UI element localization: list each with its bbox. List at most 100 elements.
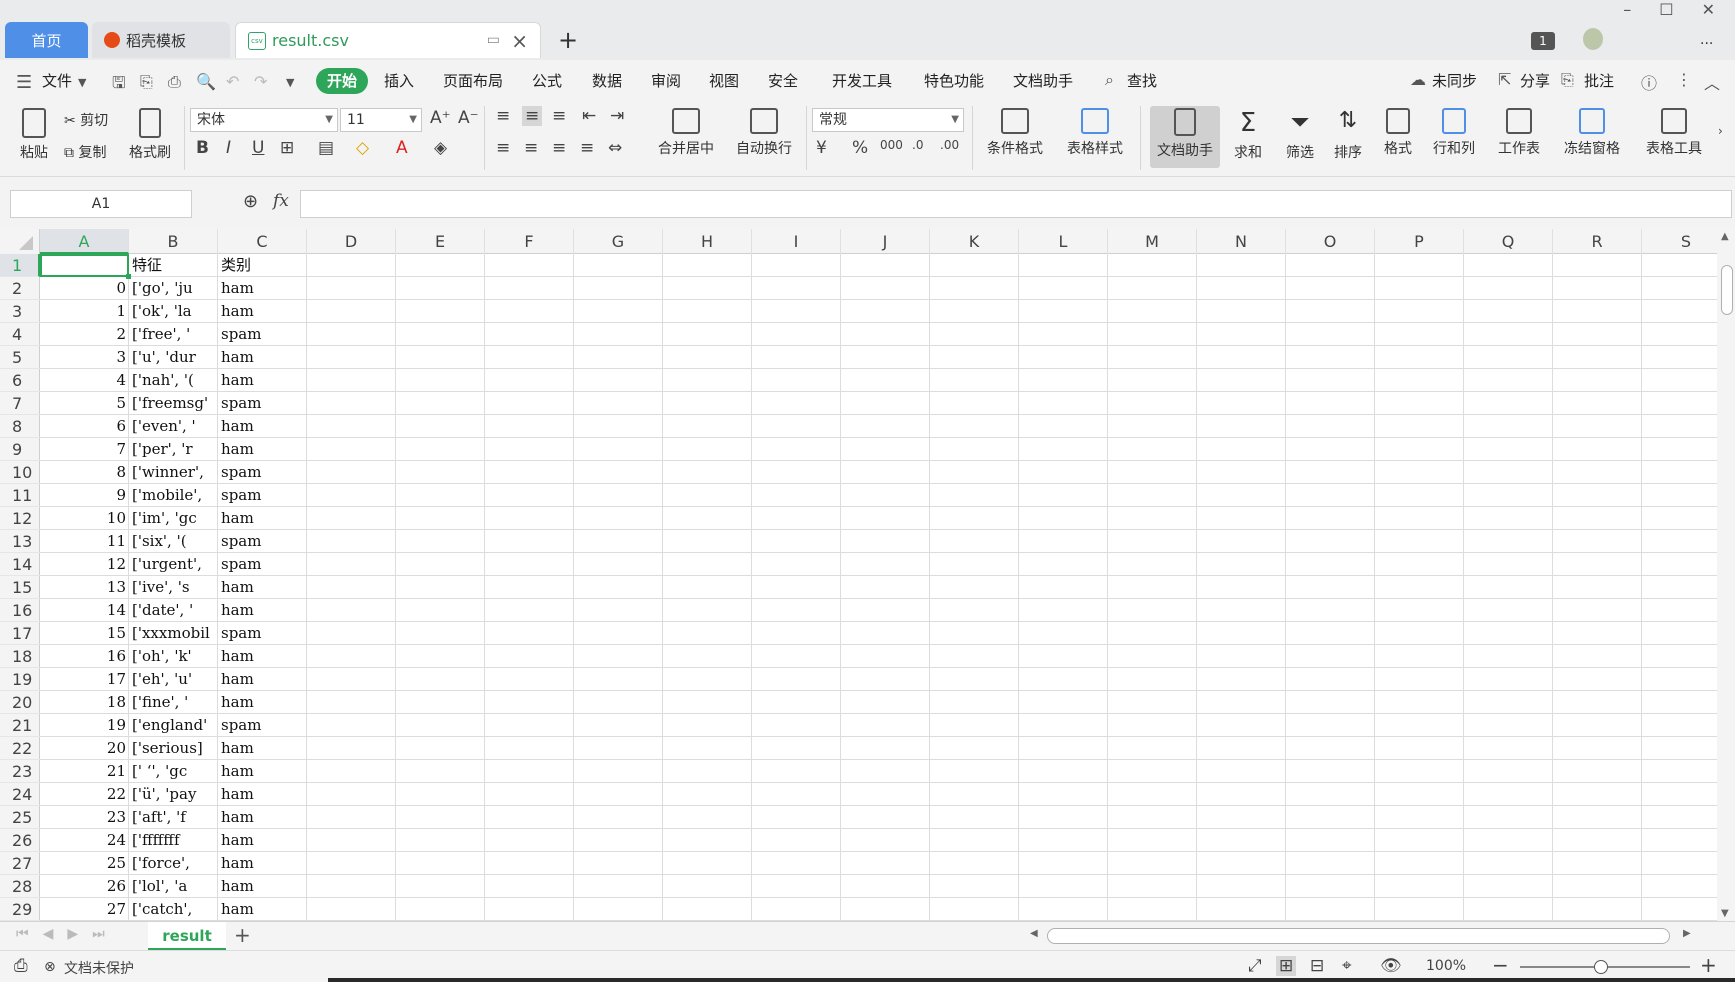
sheet-tab-result[interactable]: result [148, 922, 226, 950]
row-header[interactable]: 25 [0, 806, 40, 829]
cell-feature[interactable]: ['oh', 'k' [129, 645, 218, 668]
row-header[interactable]: 21 [0, 714, 40, 737]
vertical-scrollbar[interactable]: ▲ ▼ [1717, 229, 1735, 921]
cell-feature[interactable]: ['england' [129, 714, 218, 737]
cell-category[interactable]: spam [218, 392, 307, 415]
row-header[interactable]: 11 [0, 484, 40, 507]
cell-category[interactable]: ham [218, 438, 307, 461]
cell-category[interactable]: ham [218, 829, 307, 852]
row-header[interactable]: 6 [0, 369, 40, 392]
column-header-e[interactable]: E [396, 229, 485, 254]
cut-button[interactable]: ✂ 剪切 [64, 110, 108, 130]
tab-daoke-templates[interactable]: 稻壳模板 [92, 22, 230, 58]
cell-index[interactable]: 7 [40, 438, 129, 461]
more-icon[interactable]: ... [1700, 32, 1713, 48]
cell-area[interactable]: 特征 类别 0 ['go', 'ju ham 1 ['ok', 'la ham 2 ['free'… [40, 254, 1717, 921]
cell-category[interactable]: ham [218, 507, 307, 530]
cell-feature[interactable]: 特征 [129, 254, 218, 277]
row-header[interactable]: 26 [0, 829, 40, 852]
row-header[interactable]: 18 [0, 645, 40, 668]
zoom-slider-knob[interactable] [1594, 960, 1608, 974]
sum-button[interactable]: Σ 求和 [1226, 108, 1270, 162]
row-header[interactable]: 13 [0, 530, 40, 553]
cell-feature[interactable]: ['catch', [129, 898, 218, 921]
tab-home[interactable]: 首页 [5, 22, 88, 58]
eye-protection-icon[interactable]: 👁 [1380, 956, 1402, 976]
search-icon[interactable]: ⌕ [1105, 70, 1114, 90]
page-break-view-icon[interactable]: ⊟ [1310, 956, 1324, 976]
cell-feature[interactable]: ['even', ' [129, 415, 218, 438]
row-header[interactable]: 10 [0, 461, 40, 484]
row-header[interactable]: 22 [0, 737, 40, 760]
redo-icon[interactable]: ↷ [254, 72, 267, 91]
cell-index[interactable]: 1 [40, 300, 129, 323]
cell-category[interactable]: ham [218, 300, 307, 323]
share-icon[interactable]: ⇱ [1498, 70, 1511, 89]
window-count-badge[interactable]: 1 [1531, 32, 1555, 50]
number-format-select[interactable]: 常规 ▼ [812, 108, 964, 132]
font-color-icon[interactable]: A [396, 138, 408, 158]
cell-index[interactable]: 0 [40, 277, 129, 300]
paste-button[interactable]: 粘贴 [12, 108, 56, 162]
cell-category[interactable]: ham [218, 415, 307, 438]
copy-button[interactable]: ⧉ 复制 [64, 142, 106, 162]
comment-icon[interactable]: ⎘ [1561, 70, 1574, 90]
cell-feature[interactable]: ['ü', 'pay [129, 783, 218, 806]
increase-font-icon[interactable]: A⁺ [430, 108, 451, 128]
menu-security[interactable]: 安全 [768, 70, 798, 91]
close-tab-icon[interactable]: × [511, 29, 528, 53]
row-header[interactable]: 2 [0, 277, 40, 300]
currency-icon[interactable]: ¥ [816, 138, 827, 158]
cell-category[interactable]: ham [218, 277, 307, 300]
column-header-n[interactable]: N [1197, 229, 1286, 254]
cell-index[interactable]: 23 [40, 806, 129, 829]
avatar[interactable] [1583, 28, 1603, 50]
cell-category[interactable]: ham [218, 691, 307, 714]
column-header-d[interactable]: D [307, 229, 396, 254]
distribute-icon[interactable]: ⇔ [608, 138, 622, 158]
cell-category[interactable]: ham [218, 369, 307, 392]
cell-feature[interactable]: ['urgent', [129, 553, 218, 576]
cell-feature[interactable]: ['mobile', [129, 484, 218, 507]
increase-decimal-icon[interactable]: .0 [912, 138, 923, 152]
row-header[interactable]: 15 [0, 576, 40, 599]
select-all-corner[interactable] [0, 229, 40, 254]
cell-feature[interactable]: ['u', 'dur [129, 346, 218, 369]
filter-button[interactable]: ⏷ 筛选 [1278, 108, 1322, 162]
font-size-select[interactable]: 11 ▼ [340, 108, 422, 132]
menu-file[interactable]: 文件 [42, 70, 72, 91]
menu-insert[interactable]: 插入 [384, 70, 414, 91]
cell-index[interactable]: 13 [40, 576, 129, 599]
cell-index[interactable]: 24 [40, 829, 129, 852]
normal-view-icon[interactable]: ⊞ [1276, 956, 1297, 976]
save-icon[interactable]: 🖫 [112, 72, 126, 99]
new-tab-button[interactable]: + [558, 26, 578, 54]
cell-category[interactable]: ham [218, 668, 307, 691]
scroll-down-icon[interactable]: ▼ [1721, 908, 1729, 919]
row-header[interactable]: 12 [0, 507, 40, 530]
italic-icon[interactable]: I [226, 138, 231, 158]
protection-status[interactable]: 文档未保护 [64, 958, 134, 978]
formula-input[interactable] [300, 190, 1732, 218]
bold-icon[interactable]: B [196, 138, 209, 158]
cell-index[interactable]: 16 [40, 645, 129, 668]
menu-features[interactable]: 特色功能 [924, 70, 984, 91]
pin-window-icon[interactable]: ▭ [487, 32, 500, 48]
indent-icon[interactable]: ⇥ [610, 106, 624, 126]
format-button[interactable]: 格式 [1376, 108, 1420, 158]
format-painter-button[interactable]: 格式刷 [124, 108, 176, 162]
close-window-icon[interactable]: ✕ [1702, 0, 1715, 19]
cell-category[interactable]: ham [218, 875, 307, 898]
column-header-i[interactable]: I [752, 229, 841, 254]
cell-index[interactable]: 20 [40, 737, 129, 760]
cell-category[interactable]: spam [218, 323, 307, 346]
cell-category[interactable]: ham [218, 576, 307, 599]
cell-category[interactable]: spam [218, 622, 307, 645]
column-header-j[interactable]: J [841, 229, 930, 254]
cell-feature[interactable]: ['date', ' [129, 599, 218, 622]
rows-columns-button[interactable]: 行和列 [1426, 108, 1482, 158]
reading-mode-icon[interactable]: ⌖ [1342, 956, 1352, 976]
horizontal-scroll-thumb[interactable] [1047, 928, 1670, 944]
tab-result-csv[interactable]: csv result.csv ▭ × [235, 22, 541, 58]
border-icon[interactable]: ⊞ [280, 138, 294, 158]
